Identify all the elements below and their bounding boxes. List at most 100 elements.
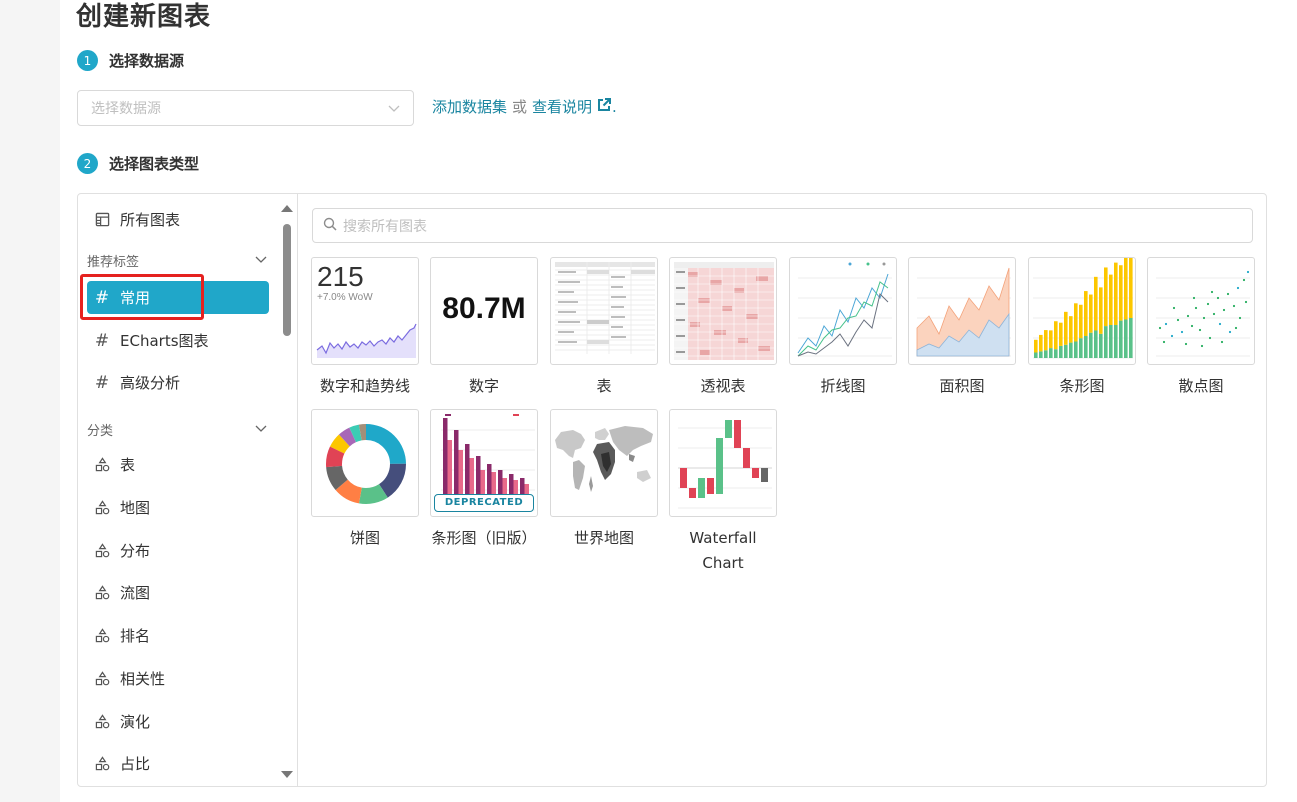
chart-card-line-chart[interactable]: 折线图 (789, 257, 897, 399)
chart-card-label: 条形图（旧版） (431, 529, 537, 547)
shapes-icon (94, 756, 110, 772)
scroll-thumb[interactable] (283, 224, 291, 336)
big-number-trendline-icon: 215 +7.0% WoW (311, 257, 419, 365)
chart-card-label: 折线图 (820, 377, 866, 395)
chart-card-label: 面积图 (939, 377, 985, 395)
sidebar-item-label: 相关性 (120, 670, 166, 688)
sidebar-item-all-charts[interactable]: 所有图表 (87, 203, 269, 236)
sidebar-item-category[interactable]: 占比 (87, 747, 269, 780)
sidebar-item-advanced-analytics[interactable]: # 高级分析 (87, 366, 269, 399)
chart-tag-sidebar: 所有图表 推荐标签 # 常用 # ECharts图表 # 高级分析 分类 表 地… (78, 194, 298, 786)
sidebar-item-label: 地图 (120, 499, 151, 517)
chart-card-label: 条形图 (1059, 377, 1105, 395)
sidebar-item-category[interactable]: 表 (87, 448, 269, 481)
sidebar-item-label: 分布 (120, 542, 151, 560)
sidebar-item-category[interactable]: 相关性 (87, 662, 269, 695)
chart-card-label: 世界地图 (573, 529, 634, 547)
view-docs-link[interactable]: 查看说明 (532, 96, 592, 117)
search-placeholder: 搜索所有图表 (343, 218, 427, 235)
or-text: 或 (512, 98, 528, 116)
chart-card-scatter-plot[interactable]: 散点图 (1147, 257, 1255, 399)
sidebar-item-category[interactable]: 分布 (87, 534, 269, 567)
shapes-icon (94, 671, 110, 687)
chart-card-pivot-table[interactable]: 透视表 (669, 257, 777, 399)
sidebar-item-category[interactable]: 演化 (87, 705, 269, 738)
search-icon (323, 216, 343, 235)
chart-card-waterfall-chart[interactable]: Waterfall Chart (669, 409, 777, 576)
chart-card-area-chart[interactable]: 面积图 (908, 257, 1016, 399)
table-icon (550, 257, 658, 365)
hashtag-icon: # (94, 330, 110, 351)
datasource-links: 添加数据集 或 查看说明 . (432, 96, 617, 117)
chevron-down-icon (255, 253, 267, 269)
sidebar-item-category[interactable]: 地图 (87, 491, 269, 524)
chart-card-bar-chart-legacy[interactable]: DEPRECATED 条形图（旧版） (430, 409, 538, 551)
sidebar-item-label: 演化 (120, 713, 151, 731)
chart-card-label: 饼图 (349, 529, 380, 547)
waterfall-chart-icon (669, 409, 777, 517)
step-1: 1 选择数据源 (77, 50, 184, 71)
chart-card-world-map[interactable]: 世界地图 (550, 409, 658, 551)
chevron-down-icon (255, 422, 267, 438)
page-title: 创建新图表 (76, 2, 212, 32)
recommended-tags-header[interactable]: 推荐标签 (87, 251, 267, 270)
shapes-icon (94, 500, 110, 516)
pie-chart-icon (311, 409, 419, 517)
shapes-icon (94, 714, 110, 730)
external-link-icon[interactable] (592, 97, 612, 117)
step-label: 选择图表类型 (109, 155, 200, 173)
chart-card-pie-chart[interactable]: 饼图 (311, 409, 419, 551)
step-label: 选择数据源 (109, 52, 185, 70)
shapes-icon (94, 585, 110, 601)
sidebar-item-category[interactable]: 排名 (87, 619, 269, 652)
big-number-icon: 80.7M (430, 257, 538, 365)
highlight-box (80, 274, 204, 320)
chart-card-big-number-trendline[interactable]: 215 +7.0% WoW 数字和趋势线 (311, 257, 419, 399)
step-number: 2 (77, 153, 98, 174)
chart-card-label: 表 (596, 377, 612, 395)
chart-card-label: 数字和趋势线 (319, 377, 410, 395)
bar-chart-legacy-icon: DEPRECATED (430, 409, 538, 517)
chevron-down-icon (388, 99, 400, 118)
datasource-placeholder: 选择数据源 (91, 101, 161, 117)
chart-card-label: 散点图 (1178, 377, 1224, 395)
chart-card-bar-chart[interactable]: 条形图 (1028, 257, 1136, 399)
sidebar-item-label: 表 (120, 456, 136, 474)
create-chart-page: 创建新图表 1 选择数据源 选择数据源 添加数据集 或 查看说明 . 2 选择图… (60, 0, 1297, 802)
hashtag-icon: # (94, 372, 110, 393)
chart-gallery: 搜索所有图表 215 +7.0% WoW 数字和趋势线 80.7M 数字 表 透… (299, 194, 1266, 786)
chart-card-big-number[interactable]: 80.7M 数字 (430, 257, 538, 399)
category-header[interactable]: 分类 (87, 420, 267, 439)
chart-search-input[interactable]: 搜索所有图表 (312, 208, 1253, 243)
shapes-icon (94, 543, 110, 559)
table-grid-icon (94, 212, 110, 228)
section-label: 分类 (87, 424, 114, 439)
thumbnail-number: 80.7M (442, 292, 526, 325)
chart-card-label: 数字 (468, 377, 499, 395)
pivot-table-icon (669, 257, 777, 365)
world-map-icon (550, 409, 658, 517)
sidebar-item-echarts[interactable]: # ECharts图表 (87, 324, 269, 357)
sidebar-item-label: ECharts图表 (120, 332, 209, 350)
scroll-up-arrow-icon[interactable] (281, 205, 293, 212)
sidebar-item-label: 占比 (120, 755, 151, 773)
section-label: 推荐标签 (87, 255, 140, 270)
chart-card-label: 透视表 (700, 377, 746, 395)
sidebar-item-category[interactable]: 流图 (87, 576, 269, 609)
sidebar-item-label: 高级分析 (120, 374, 181, 392)
datasource-select[interactable]: 选择数据源 (77, 90, 414, 126)
scroll-down-arrow-icon[interactable] (281, 771, 293, 778)
chart-type-panel: 所有图表 推荐标签 # 常用 # ECharts图表 # 高级分析 分类 表 地… (77, 193, 1267, 787)
sidebar-scrollbar[interactable] (280, 202, 294, 780)
sidebar-item-label: 排名 (120, 627, 151, 645)
shapes-icon (94, 457, 110, 473)
sidebar-item-label: 流图 (120, 584, 151, 602)
step-number: 1 (77, 50, 98, 71)
sidebar-item-label: 所有图表 (120, 211, 181, 229)
add-dataset-link[interactable]: 添加数据集 (432, 96, 507, 117)
shapes-icon (94, 628, 110, 644)
scatter-plot-icon (1147, 257, 1255, 365)
step-2: 2 选择图表类型 (77, 153, 199, 174)
chart-card-table[interactable]: 表 (550, 257, 658, 399)
line-chart-icon (789, 257, 897, 365)
